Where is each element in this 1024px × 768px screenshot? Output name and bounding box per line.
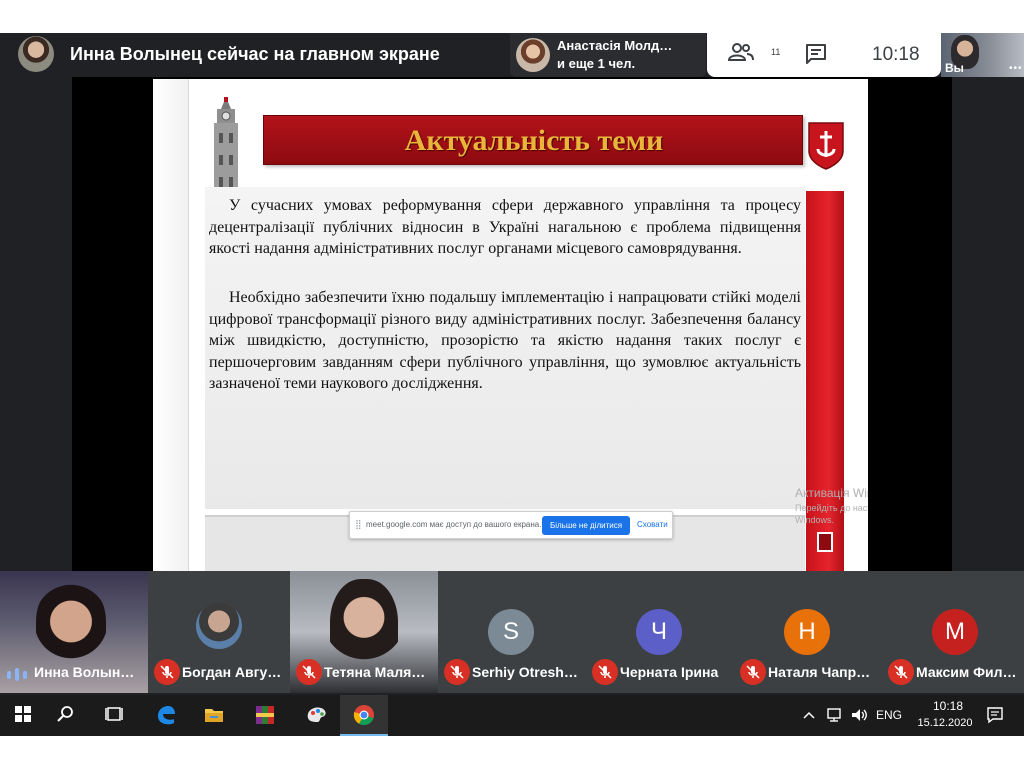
mic-off-icon <box>740 659 766 685</box>
participant-name: Максим Фил… <box>916 664 1017 680</box>
windows-taskbar: ENG 10:18 15.12.2020 <box>0 695 1024 736</box>
winrar-button[interactable] <box>241 695 289 736</box>
mic-off-icon <box>592 659 618 685</box>
participant-avatar <box>516 38 550 72</box>
slide-content: У сучасних умовах реформування сфери дер… <box>205 187 805 509</box>
participant-tile[interactable]: Тетяна Маля… <box>290 571 438 693</box>
more-options-icon[interactable]: ••• <box>1009 63 1023 74</box>
participant-letter-avatar: М <box>932 609 978 655</box>
share-bar-text: meet.google.com має доступ до вашого екр… <box>366 520 542 529</box>
mic-off-icon <box>296 659 322 685</box>
file-explorer-icon <box>205 709 223 722</box>
mic-off-icon <box>154 659 180 685</box>
slide-paragraph-1: У сучасних умовах реформування сфери дер… <box>209 197 801 258</box>
search-button[interactable] <box>43 695 91 736</box>
participant-tile[interactable]: Ч Черната Ірина <box>586 571 734 693</box>
self-view[interactable]: Вы ••• <box>941 33 1024 77</box>
file-explorer-button[interactable] <box>190 695 238 736</box>
chrome-taskbar-button[interactable] <box>340 695 388 736</box>
participant-tile[interactable]: Н Наталя Чапр… <box>734 571 882 693</box>
mic-off-icon <box>444 659 470 685</box>
windows-activation-title: Активація Windows <box>795 486 868 500</box>
notifications-icon[interactable] <box>986 706 1004 724</box>
shared-slide: Актуальність теми У сучасних умовах рефо… <box>153 79 868 571</box>
edge-icon <box>158 706 175 725</box>
people-button[interactable]: 11 <box>727 41 780 69</box>
main-stage: Актуальність теми У сучасних умовах рефо… <box>72 77 952 571</box>
stop-sharing-button[interactable]: Більше не ділитися <box>542 516 630 535</box>
slide-left-band <box>153 79 189 571</box>
task-view-icon <box>105 707 123 721</box>
presenter-title: Инна Волынец сейчас на главном экране <box>70 44 440 64</box>
meet-clock: 10:18 <box>872 44 920 65</box>
chrome-icon <box>353 705 374 726</box>
screen-share-bar: ⣿ meet.google.com має доступ до вашого е… <box>349 511 673 539</box>
tray-date[interactable]: 15.12.2020 <box>914 717 976 729</box>
windows-start-icon <box>15 706 31 722</box>
paint-button[interactable] <box>292 695 340 736</box>
participant-name: Богдан Авгу… <box>182 664 282 680</box>
task-view-button[interactable] <box>91 695 139 736</box>
network-icon[interactable] <box>826 706 844 724</box>
participant-tile[interactable]: Инна Волын… <box>0 571 148 693</box>
participant-name: Наталя Чапр… <box>768 664 871 680</box>
participant-chip-name: Анастасія Молд… <box>557 38 673 53</box>
start-button[interactable] <box>0 695 48 736</box>
participant-name: Инна Волын… <box>34 664 135 680</box>
participant-chip[interactable]: Анастасія Молд… и еще 1 чел. <box>510 33 706 77</box>
tray-chevron-up-icon[interactable] <box>802 709 816 721</box>
participant-letter-avatar: Ч <box>636 609 682 655</box>
participant-tile[interactable]: S Serhiy Otresh… <box>438 571 586 693</box>
edge-taskbar-button[interactable] <box>142 695 190 736</box>
meet-window: Инна Волынец сейчас на главном экране Ан… <box>0 33 1024 736</box>
participant-strip: Инна Волын… Богдан Авгу… Тетяна Маля… S … <box>0 571 1024 698</box>
drag-handle-icon[interactable]: ⣿ <box>355 519 362 530</box>
slide-title: Актуальність теми <box>404 124 664 157</box>
presenter-avatar <box>18 36 54 72</box>
windows-activation-subtitle: Перейдіть до настройок ПК, щоб активуват… <box>795 503 868 525</box>
self-label: Вы <box>945 61 964 75</box>
participant-name: Тетяна Маля… <box>324 664 426 680</box>
people-count: 11 <box>771 47 781 57</box>
input-language[interactable]: ENG <box>876 708 902 722</box>
participant-name: Черната Ірина <box>620 664 719 680</box>
search-icon <box>57 706 73 722</box>
slide-title-banner: Актуальність теми <box>263 115 803 165</box>
participant-letter-avatar: S <box>488 609 534 655</box>
paint-icon <box>307 707 326 722</box>
speaking-indicator-icon <box>7 668 27 681</box>
people-icon <box>727 43 754 61</box>
participant-chip-more: и еще 1 чел. <box>557 56 636 71</box>
hide-share-bar-button[interactable]: Сховати <box>637 520 668 529</box>
winrar-icon <box>256 706 274 724</box>
participant-avatar <box>196 603 242 649</box>
volume-icon[interactable] <box>850 706 868 724</box>
participant-tile[interactable]: М Максим Фил… <box>882 571 1024 693</box>
participant-letter-avatar: Н <box>784 609 830 655</box>
mic-off-icon <box>888 659 914 685</box>
slide-paragraph-2: Необхідно забезпечити їхню подальшу імпл… <box>209 289 801 393</box>
participant-tile[interactable]: Богдан Авгу… <box>148 571 296 693</box>
participant-name: Serhiy Otresh… <box>472 664 578 680</box>
chat-button[interactable] <box>804 42 830 68</box>
coat-of-arms-icon <box>808 122 844 170</box>
slide-nav-icon <box>817 532 833 552</box>
tray-time[interactable]: 10:18 <box>920 699 976 713</box>
top-bar: Инна Волынец сейчас на главном экране Ан… <box>0 33 1024 77</box>
meet-panel: 11 10:18 <box>707 33 941 77</box>
chat-icon <box>806 44 826 64</box>
